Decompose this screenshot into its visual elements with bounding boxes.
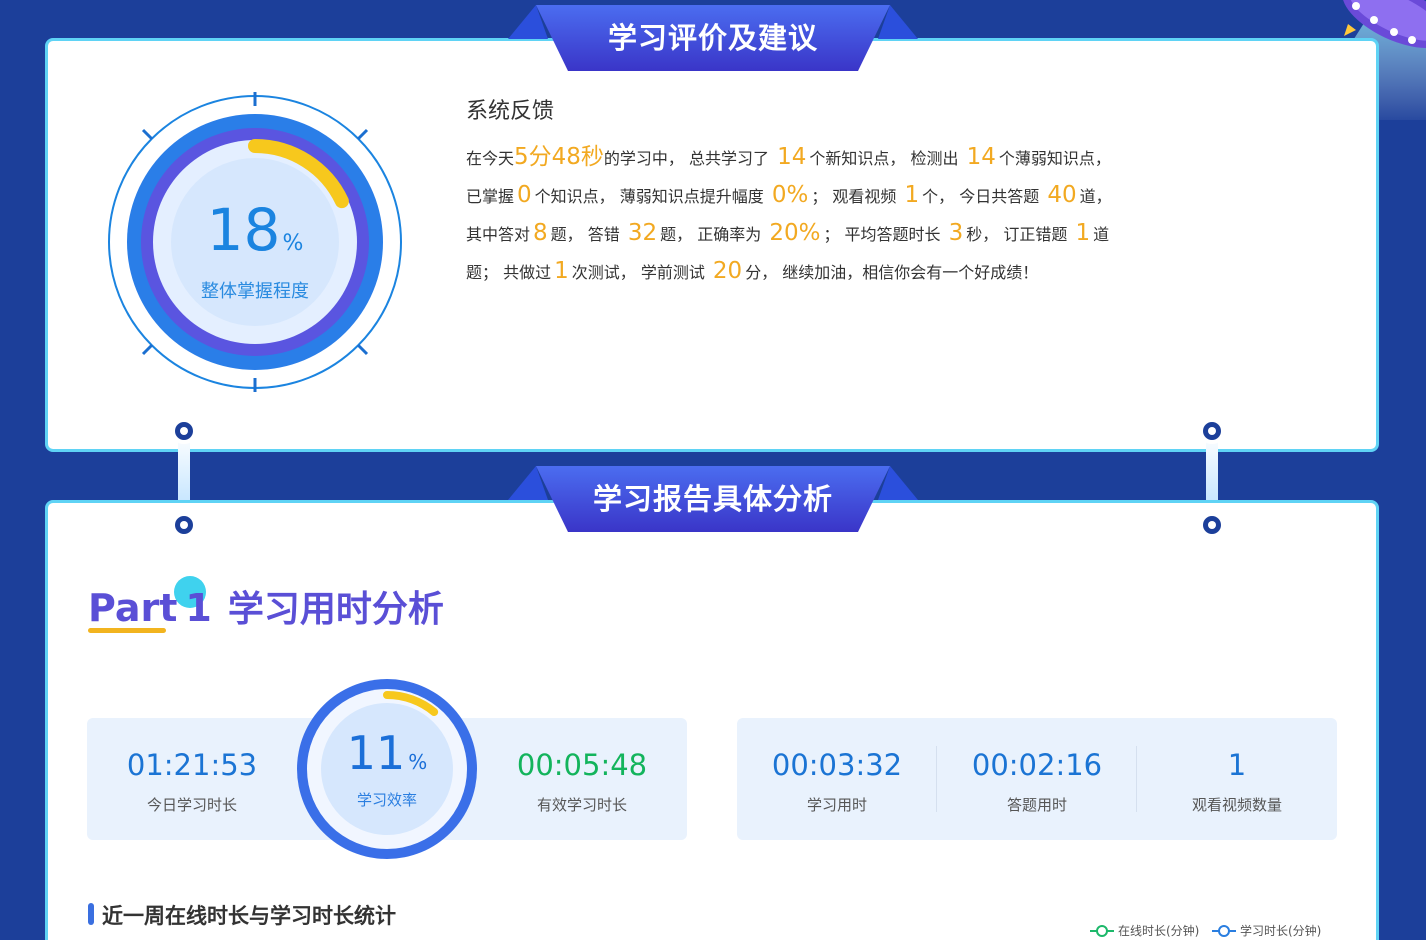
feedback-title: 系统反馈 bbox=[466, 99, 555, 124]
part-word: Part bbox=[88, 586, 178, 630]
line-marker-icon bbox=[1090, 924, 1114, 937]
legend-online: 在线时长(分钟) bbox=[1090, 922, 1199, 939]
connector-pin bbox=[171, 418, 197, 444]
stat-answer-time: 00:02:16 答题用时 bbox=[937, 748, 1137, 815]
section-ribbon-evaluation: 学习评价及建议 bbox=[508, 5, 918, 73]
stat-label: 观看视频数量 bbox=[1191, 796, 1282, 814]
stat-effective: 00:05:48 有效学习时长 bbox=[487, 748, 677, 815]
stat-label: 有效学习时长 bbox=[536, 796, 627, 814]
feedback-text: 在今天5分48秒的学习中， 总共学习了 14 个新知识点， 检测出 14 个薄弱知识… bbox=[466, 144, 1112, 284]
stat-today: 01:21:53 今日学习时长 bbox=[97, 748, 287, 815]
stat-value: 01:21:53 bbox=[126, 748, 258, 782]
time-breakdown-stats: 00:03:32 学习用时 00:02:16 答题用时 1 观看视频数量 bbox=[737, 718, 1337, 840]
part-underline bbox=[88, 628, 166, 633]
connector-pin bbox=[1199, 418, 1225, 444]
ribbon-title: 学习评价及建议 bbox=[607, 21, 818, 55]
legend-study: 学习时长(分钟) bbox=[1212, 922, 1321, 939]
stat-video-count: 1 观看视频数量 bbox=[1137, 748, 1337, 815]
efficiency-percent: 11% bbox=[346, 726, 428, 780]
stat-value: 00:05:48 bbox=[516, 748, 648, 782]
stat-label: 今日学习时长 bbox=[146, 796, 237, 814]
mastery-percent: 18% bbox=[206, 196, 304, 264]
efficiency-gauge: 11% 学习效率 bbox=[296, 678, 478, 860]
connector-pin bbox=[171, 512, 197, 538]
connector-pin bbox=[1199, 512, 1225, 538]
efficiency-label: 学习效率 bbox=[356, 791, 417, 809]
stat-label: 学习用时 bbox=[806, 796, 867, 814]
stat-study-time: 00:03:32 学习用时 bbox=[737, 748, 937, 815]
part-title: 学习用时分析 bbox=[227, 589, 444, 630]
mastery-gauge: 18% 整体掌握程度 bbox=[105, 92, 405, 392]
stat-value: 1 bbox=[1227, 748, 1247, 782]
stat-value: 00:03:32 bbox=[771, 748, 903, 782]
ribbon-title: 学习报告具体分析 bbox=[592, 482, 833, 516]
line-marker-icon bbox=[1212, 924, 1236, 937]
part-number: 1 bbox=[185, 586, 212, 630]
mastery-label: 整体掌握程度 bbox=[201, 281, 309, 302]
stat-value: 00:02:16 bbox=[971, 748, 1103, 782]
system-feedback: 系统反馈 在今天5分48秒的学习中， 总共学习了 14 个新知识点， 检测出 14… bbox=[466, 93, 1206, 291]
section-ribbon-analysis: 学习报告具体分析 bbox=[508, 466, 918, 534]
weekly-chart-title: 近一周在线时长与学习时长统计 bbox=[102, 904, 396, 928]
stat-label: 答题用时 bbox=[1006, 796, 1067, 814]
